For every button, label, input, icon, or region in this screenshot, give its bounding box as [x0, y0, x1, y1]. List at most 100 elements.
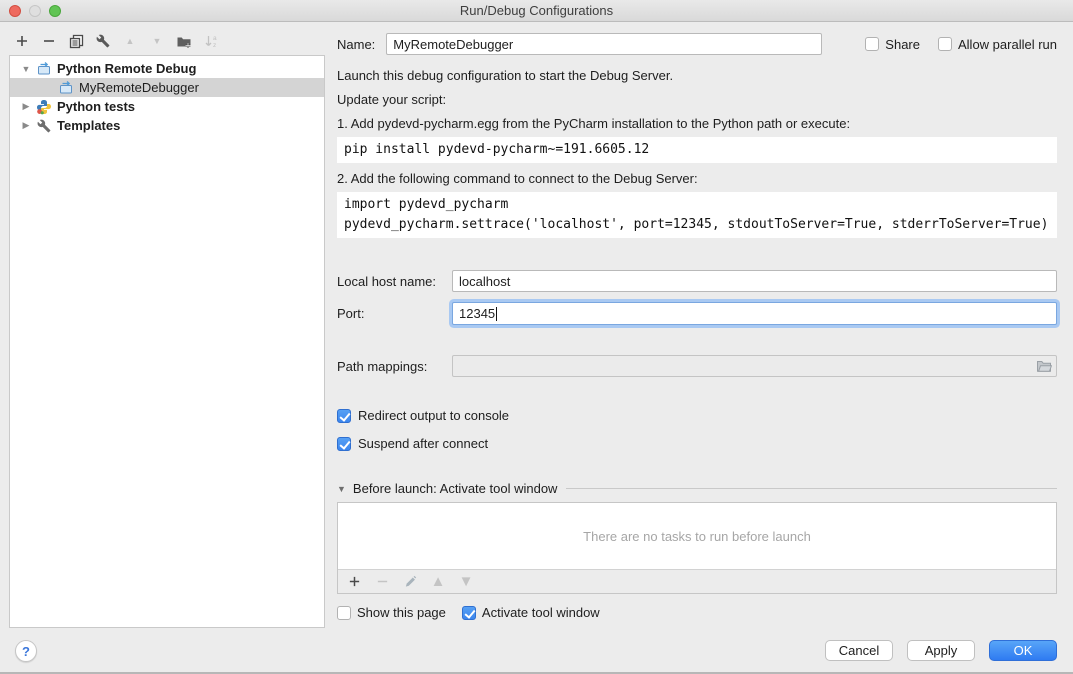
- step2-text: 2. Add the following command to connect …: [337, 170, 1057, 187]
- copy-icon: [69, 34, 84, 49]
- plus-icon: [348, 575, 361, 588]
- folder-plus-icon: [176, 34, 192, 49]
- settrace-snippet: import pydevd_pycharm pydevd_pycharm.sett…: [337, 192, 1057, 238]
- move-up-button: ▲: [122, 33, 138, 49]
- local-host-input[interactable]: [452, 270, 1057, 292]
- suspend-after-connect-label: Suspend after connect: [358, 436, 488, 451]
- help-button[interactable]: ?: [15, 640, 37, 662]
- redirect-output-checkbox[interactable]: Redirect output to console: [337, 408, 1057, 423]
- add-task-button[interactable]: [346, 574, 362, 590]
- checkbox-unchecked-icon[interactable]: [337, 606, 351, 620]
- activate-tool-window-checkbox[interactable]: Activate tool window: [462, 605, 600, 620]
- tree-item-label: Python tests: [57, 99, 135, 114]
- activate-tool-window-label: Activate tool window: [482, 605, 600, 620]
- path-mappings-row: Path mappings:: [337, 355, 1057, 377]
- text-caret: [496, 307, 497, 321]
- checkbox-checked-icon[interactable]: [462, 606, 476, 620]
- sort-az-icon: a z: [204, 34, 219, 49]
- run-debug-configurations-dialog: { "window": { "title": "Run/Debug Config…: [0, 0, 1073, 674]
- arrow-up-icon: ▲: [126, 33, 135, 49]
- minus-icon: [376, 575, 389, 588]
- svg-text:z: z: [213, 42, 216, 49]
- path-mappings-label: Path mappings:: [337, 359, 452, 374]
- redirect-output-label: Redirect output to console: [358, 408, 509, 423]
- apply-button[interactable]: Apply: [907, 640, 975, 661]
- intro-text: Launch this debug configuration to start…: [337, 67, 1057, 84]
- checkbox-unchecked-icon[interactable]: [938, 37, 952, 51]
- plus-icon: [15, 34, 29, 48]
- allow-parallel-run-label: Allow parallel run: [958, 37, 1057, 52]
- remove-task-button: [374, 574, 390, 590]
- remote-debug-icon: [36, 61, 52, 77]
- name-row: Name: Share Allow parallel run: [337, 33, 1057, 55]
- checkbox-unchecked-icon[interactable]: [865, 37, 879, 51]
- before-launch-title: Before launch: Activate tool window: [353, 481, 558, 496]
- remove-configuration-button[interactable]: [41, 33, 57, 49]
- python-tests-icon: [36, 99, 52, 115]
- tree-item-templates[interactable]: ▶ Templates: [10, 116, 324, 135]
- wrench-icon: [96, 34, 110, 48]
- checkbox-checked-icon[interactable]: [337, 409, 351, 423]
- copy-configuration-button[interactable]: [68, 33, 84, 49]
- dialog-buttons: Cancel Apply OK: [825, 640, 1057, 661]
- chevron-down-icon[interactable]: ▼: [20, 64, 32, 74]
- titlebar: Run/Debug Configurations: [0, 0, 1073, 22]
- local-host-label: Local host name:: [337, 274, 452, 289]
- configuration-editor: Name: Share Allow parallel run Launch th…: [337, 22, 1057, 620]
- remote-debug-icon: [58, 80, 74, 96]
- arrow-up-icon: ▲: [431, 574, 446, 590]
- new-folder-button[interactable]: [176, 33, 192, 49]
- move-task-down-button: ▼: [458, 574, 474, 590]
- arrow-down-icon: ▼: [459, 574, 474, 590]
- ok-button[interactable]: OK: [989, 640, 1057, 661]
- tree-item-myremotedebugger[interactable]: ▼ MyRemoteDebugger: [10, 78, 324, 97]
- suspend-after-connect-checkbox[interactable]: Suspend after connect: [337, 436, 1057, 451]
- before-launch-header[interactable]: ▼ Before launch: Activate tool window: [337, 481, 1057, 496]
- settrace-line2: pydevd_pycharm.settrace('localhost', por…: [344, 217, 1048, 232]
- pencil-icon: [404, 575, 417, 588]
- tree-item-label: MyRemoteDebugger: [79, 80, 199, 95]
- settrace-line1: import pydevd_pycharm: [344, 197, 508, 212]
- minus-icon: [42, 34, 56, 48]
- step1-text: 1. Add pydevd-pycharm.egg from the PyCha…: [337, 115, 1057, 132]
- edit-task-button: [402, 574, 418, 590]
- empty-task-message: There are no tasks to run before launch: [338, 503, 1056, 570]
- sort-configurations-button: a z: [203, 33, 219, 49]
- show-this-page-checkbox[interactable]: Show this page: [337, 605, 446, 620]
- show-this-page-label: Show this page: [357, 605, 446, 620]
- allow-parallel-run-checkbox[interactable]: Allow parallel run: [938, 37, 1057, 52]
- edit-templates-button[interactable]: [95, 33, 111, 49]
- tree-item-python-remote-debug[interactable]: ▼ Python Remote Debug: [10, 59, 324, 78]
- port-value: 12345: [459, 306, 495, 321]
- configurations-tree: ▼ Python Remote Debug ▼ MyRemoteDebugger…: [9, 55, 325, 628]
- add-configuration-button[interactable]: [14, 33, 30, 49]
- path-mappings-input[interactable]: [452, 355, 1057, 377]
- tree-item-label: Python Remote Debug: [57, 61, 196, 76]
- share-label: Share: [885, 37, 920, 52]
- browse-folder-icon[interactable]: [1036, 359, 1052, 373]
- chevron-down-icon[interactable]: ▼: [337, 484, 346, 494]
- share-checkbox[interactable]: Share: [865, 37, 920, 52]
- local-host-row: Local host name:: [337, 270, 1057, 292]
- arrow-down-icon: ▼: [153, 33, 162, 49]
- name-input[interactable]: [386, 33, 822, 55]
- page-options: Show this page Activate tool window: [337, 605, 1057, 620]
- task-toolbar: ▲ ▼: [338, 570, 1056, 593]
- tree-item-label: Templates: [57, 118, 120, 133]
- window-title: Run/Debug Configurations: [0, 3, 1073, 18]
- chevron-right-icon[interactable]: ▶: [20, 120, 32, 131]
- port-label: Port:: [337, 306, 452, 321]
- wrench-icon: [36, 118, 52, 134]
- checkbox-checked-icon[interactable]: [337, 437, 351, 451]
- move-task-up-button: ▲: [430, 574, 446, 590]
- question-mark-icon: ?: [22, 644, 30, 659]
- pip-install-command: pip install pydevd-pycharm~=191.6605.12: [337, 137, 1057, 163]
- tree-item-python-tests[interactable]: ▶ Python tests: [10, 97, 324, 116]
- update-script-text: Update your script:: [337, 91, 1057, 108]
- chevron-right-icon[interactable]: ▶: [20, 101, 32, 112]
- port-input[interactable]: 12345: [452, 302, 1057, 325]
- port-row: Port: 12345: [337, 302, 1057, 325]
- cancel-button[interactable]: Cancel: [825, 640, 893, 661]
- move-down-button: ▼: [149, 33, 165, 49]
- header-divider: [566, 488, 1057, 489]
